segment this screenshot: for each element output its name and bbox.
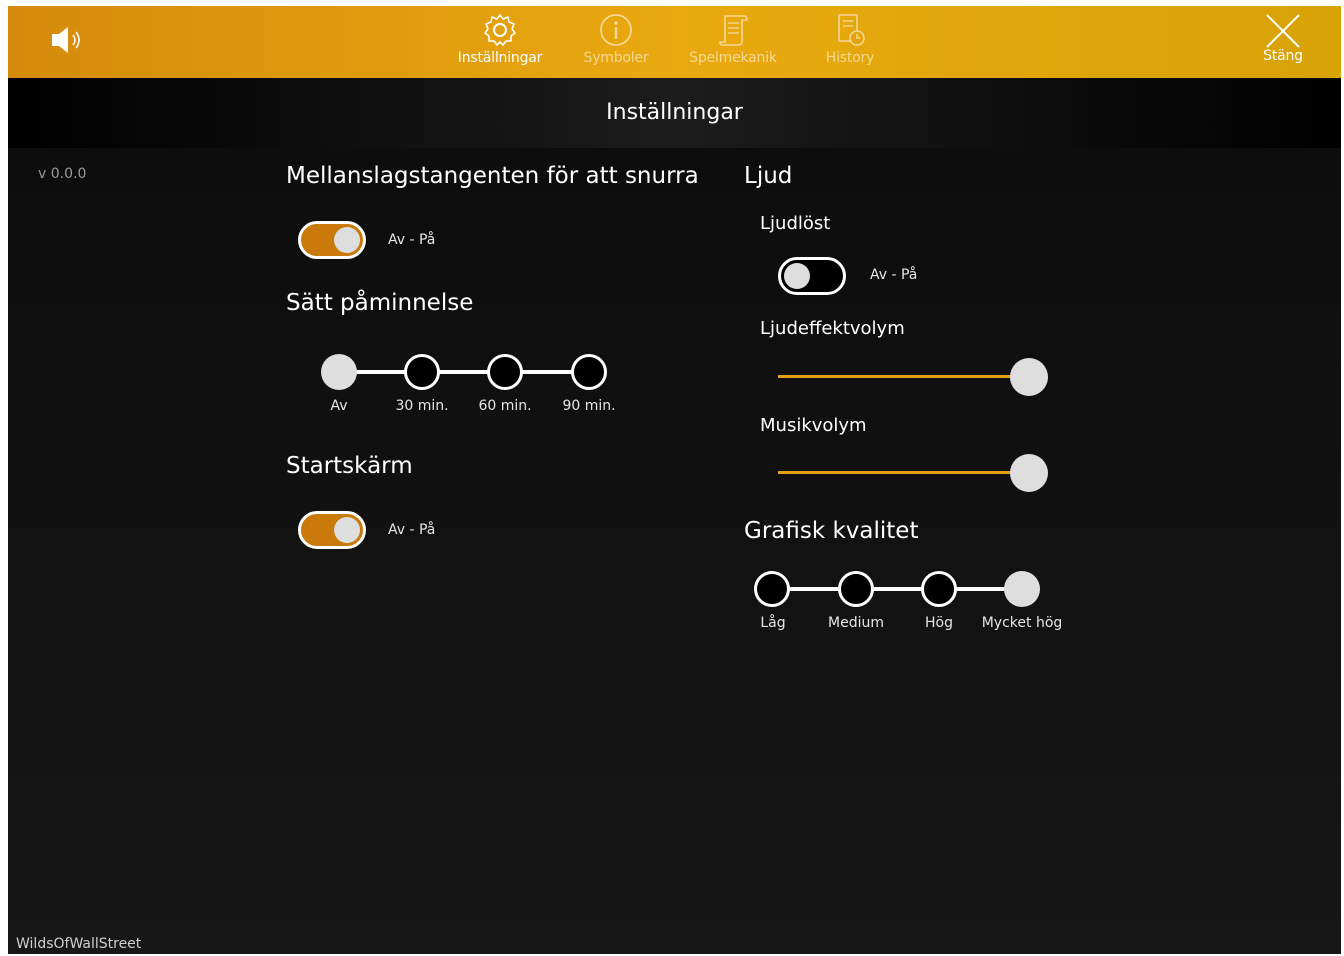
tab-symboler[interactable]: Symboler: [568, 12, 664, 66]
graphics-option-label: Mycket hög: [981, 615, 1063, 631]
toggle-knob: [334, 227, 360, 253]
music-volume-slider[interactable]: [778, 452, 1048, 494]
graphics-option-medium[interactable]: [838, 571, 874, 607]
music-volume-title: Musikvolym: [760, 415, 867, 436]
spacebar-toggle-label: Av - På: [388, 232, 436, 248]
toggle-knob: [334, 517, 360, 543]
spacebar-spin-toggle[interactable]: [298, 221, 366, 259]
speaker-icon: [52, 27, 80, 53]
close-icon: [1253, 12, 1313, 50]
gear-icon: [450, 12, 550, 48]
sound-toggle-button[interactable]: [48, 22, 88, 58]
sound-title: Ljud: [744, 163, 793, 189]
tab-installningar[interactable]: Inställningar: [450, 12, 550, 66]
tab-history[interactable]: History: [808, 12, 892, 66]
slider-thumb[interactable]: [1010, 454, 1048, 492]
settings-screen: Inställningar Symboler Spelmekanik Histo…: [8, 6, 1341, 954]
close-button[interactable]: Stäng: [1253, 12, 1313, 64]
slider-thumb[interactable]: [1010, 358, 1048, 396]
reminder-option-label: 90 min.: [562, 398, 616, 414]
splash-screen-title: Startskärm: [286, 453, 413, 479]
close-label: Stäng: [1263, 48, 1303, 64]
tab-spelmekanik[interactable]: Spelmekanik: [678, 12, 788, 66]
reminder-option-30[interactable]: [404, 354, 440, 390]
graphics-option-low[interactable]: [754, 571, 790, 607]
slider-track: [778, 471, 1030, 474]
toggle-knob: [784, 263, 810, 289]
tab-label: History: [825, 50, 875, 66]
scroll-icon: [678, 12, 788, 48]
splash-screen-toggle[interactable]: [298, 511, 366, 549]
effects-volume-title: Ljudeffektvolym: [760, 318, 905, 339]
tab-label: Symboler: [583, 50, 649, 66]
reminder-option-60[interactable]: [487, 354, 523, 390]
tab-label: Spelmekanik: [689, 50, 777, 66]
slider-track: [778, 375, 1030, 378]
version-label: v 0.0.0: [38, 166, 87, 182]
stepper-line: [339, 370, 589, 374]
spacebar-spin-title: Mellanslagstangenten för att snurra: [286, 163, 699, 189]
mute-title: Ljudlöst: [760, 213, 831, 234]
graphics-option-very-high[interactable]: [1004, 571, 1040, 607]
history-icon: [808, 12, 892, 48]
tab-label: Inställningar: [457, 50, 543, 66]
top-bar: Inställningar Symboler Spelmekanik Histo…: [8, 6, 1341, 78]
splash-toggle-label: Av - På: [388, 522, 436, 538]
graphics-option-high[interactable]: [921, 571, 957, 607]
reminder-option-off[interactable]: [321, 354, 357, 390]
info-icon: [568, 12, 664, 48]
effects-volume-slider[interactable]: [778, 356, 1048, 398]
graphics-quality-title: Grafisk kvalitet: [744, 518, 919, 544]
stepper-line: [772, 587, 1022, 591]
game-name-label: WildsOfWallStreet: [16, 936, 142, 952]
mute-toggle[interactable]: [778, 257, 846, 295]
mute-toggle-label: Av - På: [870, 267, 918, 283]
reminder-option-90[interactable]: [571, 354, 607, 390]
page-title: Inställningar: [606, 100, 743, 125]
reminder-title: Sätt påminnelse: [286, 290, 474, 316]
title-strip: Inställningar: [8, 78, 1341, 148]
